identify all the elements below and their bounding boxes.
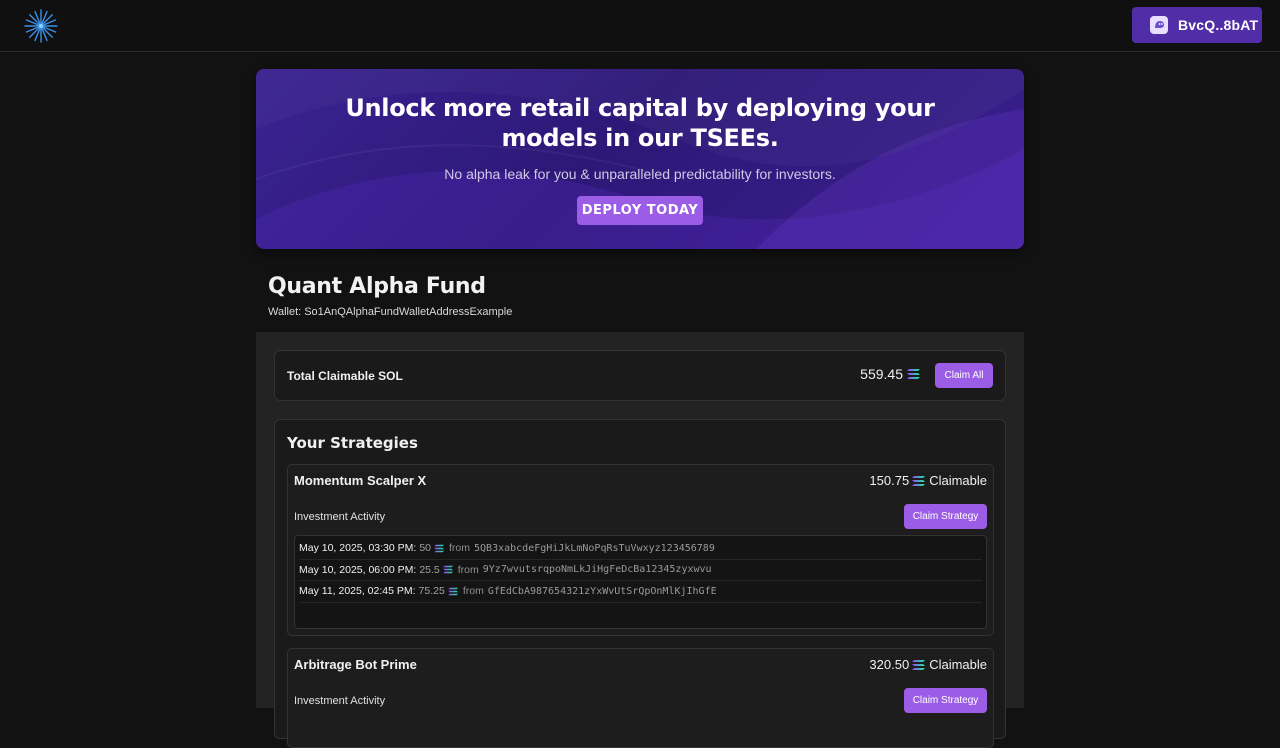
strategy-claimable-amount: 320.50 bbox=[869, 657, 910, 672]
solana-icon bbox=[912, 659, 926, 670]
activity-from-label: from bbox=[457, 563, 479, 576]
solana-icon bbox=[434, 544, 445, 552]
strategy-name: Arbitrage Bot Prime bbox=[294, 657, 417, 672]
activity-row: May 11, 2025, 02:45 PM: 75.25 from GfEdC… bbox=[299, 581, 982, 603]
claim-strategy-button[interactable]: Claim Strategy bbox=[904, 688, 987, 713]
strategy-claimable: 150.75 Claimable bbox=[869, 473, 987, 488]
wallet-button-label: BvcQ..8bAT bbox=[1178, 17, 1259, 33]
investment-activity-label: Investment Activity bbox=[294, 511, 386, 523]
wallet-button[interactable]: BvcQ..8bAT bbox=[1132, 7, 1262, 43]
strategy-card-arbitrage-bot-prime: Arbitrage Bot Prime 320.50 Claimable Inv… bbox=[287, 648, 994, 748]
activity-amount-value: 75.25 bbox=[418, 585, 445, 598]
strategies-card: Your Strategies Momentum Scalper X 150.7… bbox=[274, 419, 1006, 748]
fund-wallet: Wallet: So1AnQAlphaFundWalletAddressExamp… bbox=[268, 306, 512, 318]
strategy-claimable-label: Claimable bbox=[929, 473, 987, 488]
activity-row: May 10, 2025, 03:30 PM: 50 from 5QB3xabc… bbox=[299, 538, 982, 560]
strategy-name: Momentum Scalper X bbox=[294, 473, 427, 488]
activity-date: May 11, 2025, 02:45 PM: bbox=[299, 585, 416, 598]
strategies-title: Your Strategies bbox=[287, 434, 418, 452]
strategy-claimable-label: Claimable bbox=[929, 657, 987, 672]
hero-title: Unlock more retail capital by deploying … bbox=[345, 94, 935, 152]
strategy-claimable: 320.50 Claimable bbox=[869, 657, 987, 672]
activity-date: May 10, 2025, 03:30 PM: bbox=[299, 542, 417, 555]
hero-banner: Unlock more retail capital by deploying … bbox=[256, 69, 1024, 249]
top-header: BvcQ..8bAT bbox=[0, 0, 1280, 52]
activity-from-label: from bbox=[462, 585, 484, 598]
total-claimable-value: 559.45 bbox=[860, 366, 921, 382]
total-claimable-amount: 559.45 bbox=[860, 366, 903, 382]
activity-from-label: from bbox=[449, 542, 471, 555]
solana-icon bbox=[912, 475, 926, 486]
activity-amount-value: 25.5 bbox=[419, 563, 440, 576]
wallet-ghost-icon bbox=[1150, 16, 1168, 34]
activity-amount-value: 50 bbox=[419, 542, 432, 555]
claim-all-button[interactable]: Claim All bbox=[935, 363, 993, 388]
investment-activity-list[interactable]: May 10, 2025, 03:30 PM: 50 from 5QB3xabc… bbox=[294, 535, 987, 629]
total-claimable-card: Total Claimable SOL 559.45 Claim All bbox=[274, 350, 1006, 401]
investment-activity-label: Investment Activity bbox=[294, 695, 386, 707]
fund-wallet-label: Wallet: bbox=[268, 306, 302, 318]
activity-amount: 25.5 bbox=[419, 564, 453, 576]
fund-wallet-address: So1AnQAlphaFundWalletAddressExample bbox=[304, 306, 513, 318]
total-claimable-label: Total Claimable SOL bbox=[287, 369, 403, 383]
strategy-claimable-amount: 150.75 bbox=[869, 473, 910, 488]
strategy-card-momentum-scalper-x: Momentum Scalper X 150.75 Claimable Inve… bbox=[287, 464, 994, 636]
hero-subtitle: No alpha leak for you & unparalleled pre… bbox=[444, 166, 836, 182]
solana-icon bbox=[907, 369, 920, 379]
claim-strategy-button[interactable]: Claim Strategy bbox=[904, 504, 987, 529]
fund-title: Quant Alpha Fund bbox=[268, 274, 486, 299]
activity-amount: 50 bbox=[419, 542, 445, 554]
activity-address: GfEdCbA987654321zYxWvUtSrQpOnMlKjIhGfE bbox=[487, 585, 717, 597]
activity-address: 5QB3xabcdeFgHiJkLmNoPqRsTuVwxyz123456789 bbox=[474, 542, 715, 554]
activity-address: 9Yz7wvutsrqpoNmLkJiHgFeDcBa12345zyxwvu bbox=[482, 564, 712, 576]
starburst-logo-icon[interactable] bbox=[24, 9, 58, 43]
activity-row: May 10, 2025, 06:00 PM: 25.5 from 9Yz7wv… bbox=[299, 560, 982, 581]
solana-icon bbox=[448, 587, 458, 595]
solana-icon bbox=[443, 566, 453, 574]
deploy-today-button[interactable]: DEPLOY TODAY bbox=[577, 196, 703, 225]
activity-date: May 10, 2025, 06:00 PM: bbox=[299, 563, 417, 576]
fund-panel: Total Claimable SOL 559.45 Claim All You… bbox=[256, 332, 1024, 748]
activity-amount: 75.25 bbox=[419, 585, 459, 597]
